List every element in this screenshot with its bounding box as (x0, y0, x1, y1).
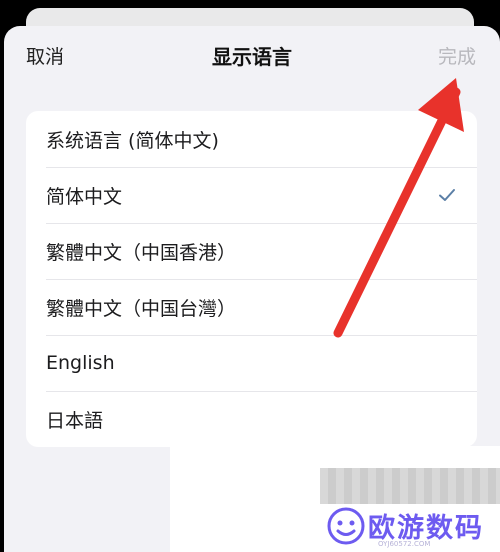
done-button[interactable]: 完成 (438, 42, 476, 69)
checkmark-icon (439, 189, 455, 201)
watermark-url: OYJ60572.COM (378, 540, 431, 548)
nav-bar: 取消 显示语言 完成 (4, 26, 500, 84)
language-label: 繁體中文（中国香港） (46, 241, 237, 264)
watermark: 欧游数码 OYJ60572.COM (322, 504, 500, 552)
language-option-traditional-chinese-hk[interactable]: 繁體中文（中国香港） (26, 223, 477, 279)
language-list: 系统语言 (简体中文) 简体中文 繁體中文（中国香港） 繁體中文（中国台灣） E… (26, 111, 477, 447)
language-label: 繁體中文（中国台灣） (46, 297, 237, 320)
language-label: English (46, 352, 115, 374)
language-option-traditional-chinese-tw[interactable]: 繁體中文（中国台灣） (26, 279, 477, 335)
language-option-english[interactable]: English (26, 335, 477, 391)
language-option-system[interactable]: 系统语言 (简体中文) (26, 111, 477, 167)
language-label: 简体中文 (46, 185, 123, 208)
watermark-logo-icon (327, 507, 365, 545)
language-label: 日本語 (46, 409, 104, 432)
page-title: 显示语言 (212, 45, 292, 69)
language-option-japanese[interactable]: 日本語 (26, 391, 477, 447)
language-option-simplified-chinese[interactable]: 简体中文 (26, 167, 477, 223)
blurred-area (320, 468, 500, 504)
language-label: 系统语言 (简体中文) (46, 129, 219, 152)
